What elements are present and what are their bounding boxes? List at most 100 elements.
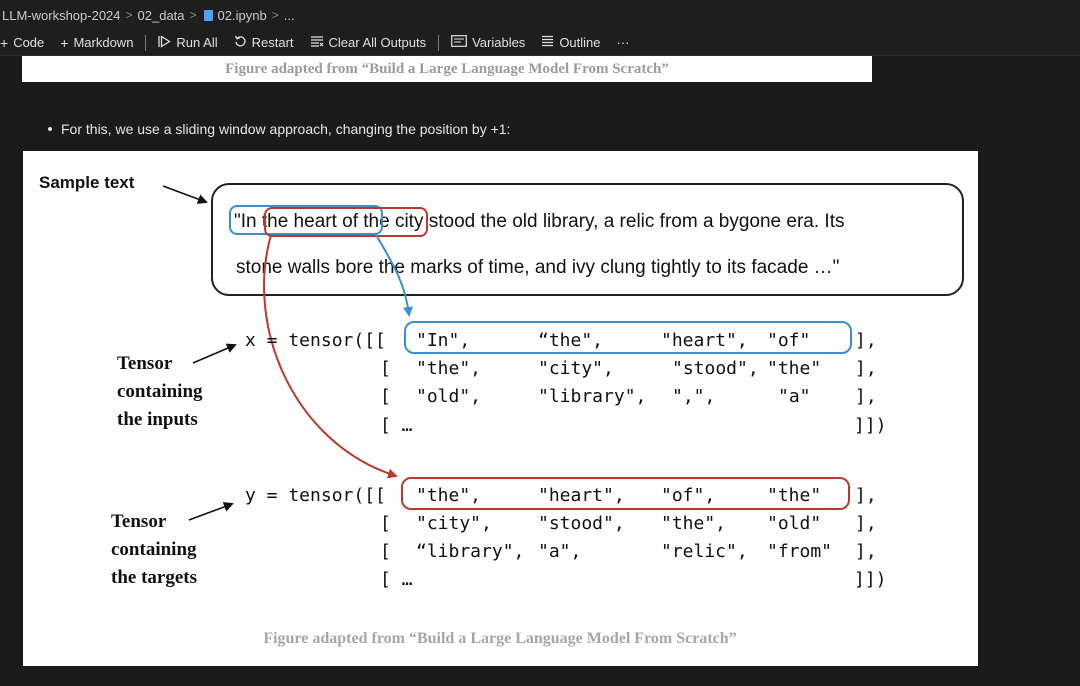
breadcrumb-item-workspace[interactable]: LLM-workshop-2024 — [2, 8, 121, 23]
targets-label-line-2: containing — [111, 539, 197, 560]
y-token: “library", — [416, 541, 524, 562]
x-token: "city", — [538, 358, 614, 379]
tensor-inputs-label: Tensor containing the inputs — [117, 353, 203, 430]
add-code-cell-button[interactable]: + Code — [0, 32, 52, 54]
figure-svg: Sample text "In the heart of the city st… — [39, 173, 964, 647]
x-token: “the", — [538, 330, 603, 351]
y-tensor-end: ]]) — [854, 569, 887, 590]
x-row-end: ], — [855, 330, 877, 351]
y-row-end: ], — [855, 485, 877, 506]
inputs-label-line-2: containing — [117, 381, 203, 402]
y-token: "from" — [767, 541, 832, 562]
more-actions-button[interactable]: ··· — [609, 32, 638, 54]
plus-icon: + — [60, 34, 69, 51]
x-token: "of" — [767, 330, 810, 351]
toolbar-divider — [438, 34, 440, 51]
add-markdown-cell-button[interactable]: + Markdown — [52, 32, 141, 54]
y-token: "stood", — [538, 513, 625, 534]
x-token: "the", — [416, 358, 481, 379]
bullet-dot — [48, 127, 52, 132]
targets-label-line-3: the targets — [111, 567, 197, 588]
notebook-toolbar: + Code + Markdown Run All Restart Clear … — [0, 30, 1080, 56]
y-row-open: [ — [380, 513, 391, 534]
x-token: "library", — [538, 386, 646, 407]
sample-text-label: Sample text — [39, 173, 135, 192]
y-token: "a", — [538, 541, 581, 562]
breadcrumb-separator: > — [125, 8, 133, 22]
markdown-bullet: For this, we use a sliding window approa… — [48, 121, 510, 137]
tensor-targets-label: Tensor containing the targets — [111, 511, 197, 588]
x-row-open: [ — [380, 386, 391, 407]
variables-icon — [451, 35, 467, 50]
x-row-open: [ — [380, 358, 391, 379]
outline-label: Outline — [559, 35, 601, 50]
breadcrumb-item-file[interactable]: 02.ipynb — [218, 8, 267, 23]
add-markdown-label: Markdown — [73, 35, 134, 50]
y-token: "the", — [416, 485, 481, 506]
y-token: "relic", — [661, 541, 748, 562]
y-token: "the" — [767, 485, 821, 506]
x-tensor-end: ]]) — [854, 415, 887, 436]
y-tensor: y = tensor([[ "the", "heart", "of", "the… — [245, 485, 887, 590]
run-all-button[interactable]: Run All — [150, 32, 225, 54]
y-row-open: [ — [380, 541, 391, 562]
restart-label: Restart — [251, 35, 294, 50]
y-token: "of", — [661, 485, 715, 506]
breadcrumb-item-more[interactable]: ... — [284, 8, 295, 23]
clear-outputs-icon — [310, 35, 324, 51]
inputs-label-line-1: Tensor — [117, 353, 173, 374]
figure-caption: Figure adapted from “Build a Large Langu… — [263, 630, 736, 647]
bullet-text: For this, we use a sliding window approa… — [61, 121, 511, 137]
breadcrumb-separator: > — [271, 8, 279, 22]
sample-text-box — [211, 183, 964, 296]
y-token: "old" — [767, 513, 821, 534]
inputs-label-line-3: the inputs — [117, 409, 198, 430]
targets-label-arrow — [188, 502, 234, 521]
y-ellipsis-row: [ … — [380, 569, 413, 590]
y-token: "the", — [661, 513, 726, 534]
plus-icon: + — [0, 34, 9, 51]
x-tensor-prefix: x = tensor([[ — [245, 330, 386, 351]
outline-button[interactable]: Outline — [533, 32, 608, 54]
y-tensor-prefix: y = tensor([[ — [245, 485, 386, 506]
clear-outputs-label: Clear All Outputs — [328, 35, 427, 50]
restart-icon — [234, 35, 247, 51]
restart-button[interactable]: Restart — [226, 32, 302, 54]
sample-text-line-2: stone walls bore the marks of time, and … — [236, 257, 839, 278]
clear-all-outputs-button[interactable]: Clear All Outputs — [302, 32, 435, 54]
run-all-icon — [158, 34, 172, 51]
targets-label-line-1: Tensor — [111, 511, 167, 532]
x-row-end: ], — [855, 386, 877, 407]
variables-button[interactable]: Variables — [443, 32, 533, 54]
outline-icon — [541, 35, 554, 50]
x-tensor: x = tensor([[ "In", “the", "heart", "of"… — [245, 330, 887, 436]
more-icon: ··· — [616, 35, 630, 50]
sliding-window-figure: Sample text "In the heart of the city st… — [23, 151, 978, 666]
breadcrumb: LLM-workshop-2024 > 02_data > 02.ipynb >… — [0, 0, 1080, 30]
add-code-label: Code — [13, 35, 45, 50]
x-token: "a" — [778, 386, 811, 407]
inputs-label-arrow — [192, 343, 237, 364]
sample-text-arrow — [162, 185, 208, 204]
x-token: ",", — [672, 386, 715, 407]
variables-label: Variables — [472, 35, 526, 50]
run-all-label: Run All — [176, 35, 218, 50]
breadcrumb-separator: > — [189, 8, 197, 22]
x-token: "stood", — [672, 358, 759, 379]
x-token: "the" — [767, 358, 821, 379]
y-row-end: ], — [855, 513, 877, 534]
x-ellipsis-row: [ … — [380, 415, 413, 436]
notebook-file-icon — [203, 9, 213, 21]
previous-figure-caption: Figure adapted from “Build a Large Langu… — [225, 60, 669, 77]
sample-text-line-1: "In the heart of the city stood the old … — [234, 211, 844, 232]
previous-figure-image: Figure adapted from “Build a Large Langu… — [22, 56, 872, 82]
x-row-end: ], — [855, 358, 877, 379]
x-token: "In", — [416, 330, 470, 351]
breadcrumb-item-folder[interactable]: 02_data — [138, 8, 185, 23]
y-token: "heart", — [538, 485, 625, 506]
y-token: "city", — [416, 513, 492, 534]
y-row-end: ], — [855, 541, 877, 562]
x-token: "old", — [416, 386, 481, 407]
toolbar-divider — [145, 34, 147, 51]
x-token: "heart", — [661, 330, 748, 351]
